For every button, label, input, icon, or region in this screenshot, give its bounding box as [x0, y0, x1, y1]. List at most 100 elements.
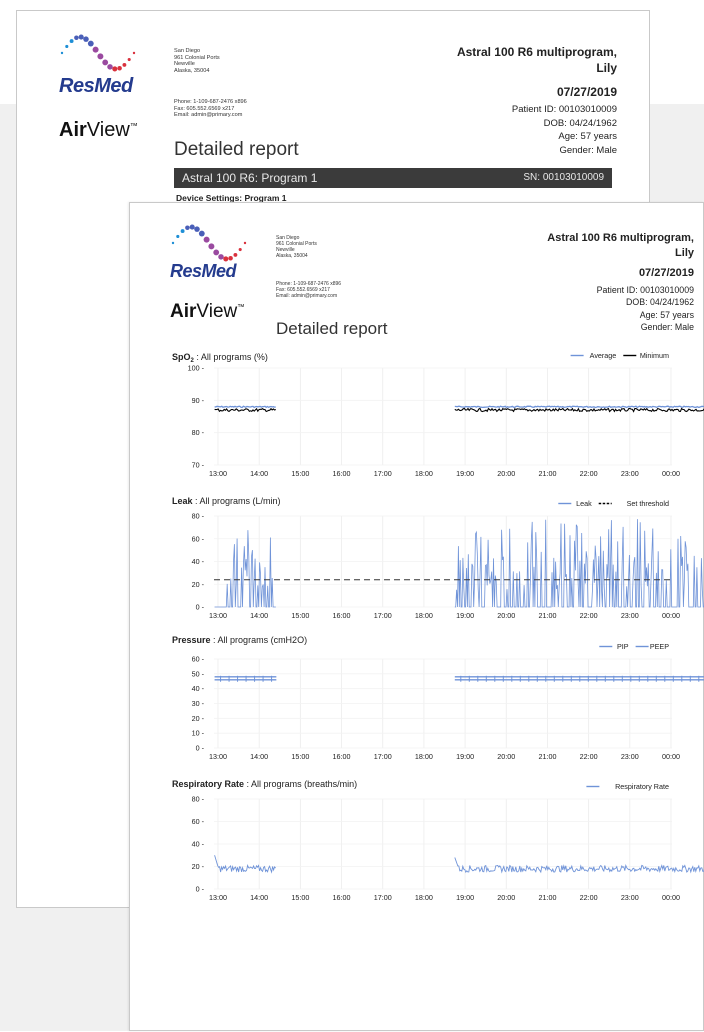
y-tick-label: 40 -	[192, 557, 205, 566]
x-tick-label: 14:00	[250, 611, 268, 620]
legend-label: Average	[590, 351, 617, 360]
legend-label: PEEP	[650, 642, 669, 651]
y-tick-label: 80 -	[192, 795, 205, 804]
x-tick-label: 15:00	[291, 611, 309, 620]
x-tick-label: 19:00	[456, 469, 474, 478]
logo-dot	[132, 51, 136, 55]
x-tick-label: 17:00	[374, 893, 392, 902]
y-tick-label: 0 -	[196, 603, 205, 612]
y-tick-label: 60 -	[192, 534, 205, 543]
company-contact: Phone: 1-109-687-2476 x896 Fax: 605.552.6…	[174, 99, 247, 119]
resmed-logo-icon	[60, 34, 136, 72]
y-tick-label: 100 -	[188, 364, 205, 373]
x-tick-label: 20:00	[497, 893, 515, 902]
x-tick-label: 22:00	[580, 752, 598, 761]
y-tick-label: 40 -	[192, 684, 205, 693]
x-tick-label: 13:00	[209, 752, 227, 761]
logo-dot	[112, 66, 118, 72]
chart-panel-3: 13:00 14:00 15:00 16:00 17:00 18:00 19:00 20:00…	[192, 782, 704, 902]
y-tick-label: 40 -	[192, 840, 205, 849]
x-tick-label: 21:00	[538, 469, 556, 478]
y-tick-label: 80 -	[192, 512, 205, 521]
x-tick-label: 17:00	[374, 611, 392, 620]
series-leak	[454, 519, 704, 608]
x-tick-label: 13:00	[209, 469, 227, 478]
series-respiratory-rate	[454, 857, 704, 874]
x-tick-label: 18:00	[415, 469, 433, 478]
program-name: Astral 100 R6: Program 1	[182, 171, 318, 185]
report-page-front: ResMed AirView™ San Diego 961 Colonial Po…	[129, 202, 704, 1031]
y-tick-label: 50 -	[192, 669, 205, 678]
x-tick-label: 15:00	[291, 893, 309, 902]
x-tick-label: 00:00	[662, 611, 680, 620]
y-tick-label: 20 -	[192, 862, 205, 871]
x-tick-label: 23:00	[621, 611, 639, 620]
logo-dot	[117, 65, 122, 71]
x-tick-label: 22:00	[580, 893, 598, 902]
series-average	[214, 405, 276, 409]
y-tick-label: 10 -	[192, 729, 205, 738]
x-tick-label: 22:00	[580, 611, 598, 620]
y-tick-label: 20 -	[192, 580, 205, 589]
x-tick-label: 21:00	[538, 893, 556, 902]
series-average	[454, 405, 704, 409]
x-tick-label: 21:00	[538, 752, 556, 761]
x-tick-label: 23:00	[621, 893, 639, 902]
device-name: Astral 100 R6 multiprogram, Lily	[456, 45, 617, 75]
x-tick-label: 21:00	[538, 611, 556, 620]
logo-dot	[69, 39, 74, 44]
series-minimum	[214, 407, 277, 413]
logo-dot	[122, 62, 127, 67]
chart-panel-0: 13:00 14:00 15:00 16:00 17:00 18:00 19:00 20:00…	[188, 351, 704, 478]
y-tick-label: 60 -	[192, 655, 205, 664]
serial-number: SN: 00103010009	[523, 172, 604, 183]
legend-label: PIP	[617, 642, 629, 651]
company-address: San Diego 961 Colonial Ports Newville Alask…	[174, 48, 220, 75]
y-tick-label: 20 -	[192, 714, 205, 723]
program-bar: Astral 100 R6: Program 1 SN: 00103010009	[174, 168, 612, 188]
x-tick-label: 18:00	[415, 611, 433, 620]
airview-logo: AirView™	[59, 119, 138, 141]
x-tick-label: 22:00	[580, 469, 598, 478]
chart-panel-2: 13:00 14:00 15:00 16:00 17:00 18:00 19:00 20:00…	[192, 642, 704, 761]
logo-dot	[83, 36, 89, 42]
y-tick-label: 0 -	[196, 885, 205, 894]
legend-label: Set threshold	[627, 499, 669, 508]
x-tick-label: 19:00	[456, 752, 474, 761]
y-tick-label: 0 -	[196, 744, 205, 753]
x-tick-label: 19:00	[456, 611, 474, 620]
x-tick-label: 15:00	[291, 469, 309, 478]
x-tick-label: 16:00	[333, 611, 351, 620]
x-tick-label: 16:00	[333, 893, 351, 902]
x-tick-label: 13:00	[209, 611, 227, 620]
y-tick-label: 70 -	[192, 461, 205, 470]
x-tick-label: 19:00	[456, 893, 474, 902]
x-tick-label: 14:00	[250, 893, 268, 902]
series-leak	[214, 530, 276, 608]
report-date: 07/27/2019	[556, 85, 617, 99]
legend-label: Minimum	[640, 351, 669, 360]
series-respiratory-rate	[214, 855, 276, 874]
x-tick-label: 13:00	[209, 893, 227, 902]
x-tick-label: 00:00	[662, 893, 680, 902]
logo-dot	[78, 34, 84, 40]
x-tick-label: 00:00	[662, 469, 680, 478]
logo-dot	[87, 40, 94, 47]
x-tick-label: 14:00	[250, 469, 268, 478]
x-tick-label: 18:00	[415, 752, 433, 761]
chart-panel-1: 13:00 14:00 15:00 16:00 17:00 18:00 19:00 20:00…	[192, 499, 704, 620]
x-tick-label: 15:00	[291, 752, 309, 761]
x-tick-label: 00:00	[662, 752, 680, 761]
page-title: Detailed report	[174, 139, 299, 160]
logo-dot	[97, 53, 104, 60]
series-minimum	[454, 407, 704, 413]
x-tick-label: 14:00	[250, 752, 268, 761]
x-tick-label: 16:00	[333, 469, 351, 478]
y-tick-label: 80 -	[192, 428, 205, 437]
logo-dot	[65, 44, 69, 49]
x-tick-label: 23:00	[621, 752, 639, 761]
x-tick-label: 17:00	[374, 752, 392, 761]
logo-dot	[92, 46, 99, 53]
patient-info: Patient ID: 00103010009 DOB: 04/24/1962 Ag…	[511, 104, 617, 156]
logo-dot	[74, 35, 79, 41]
